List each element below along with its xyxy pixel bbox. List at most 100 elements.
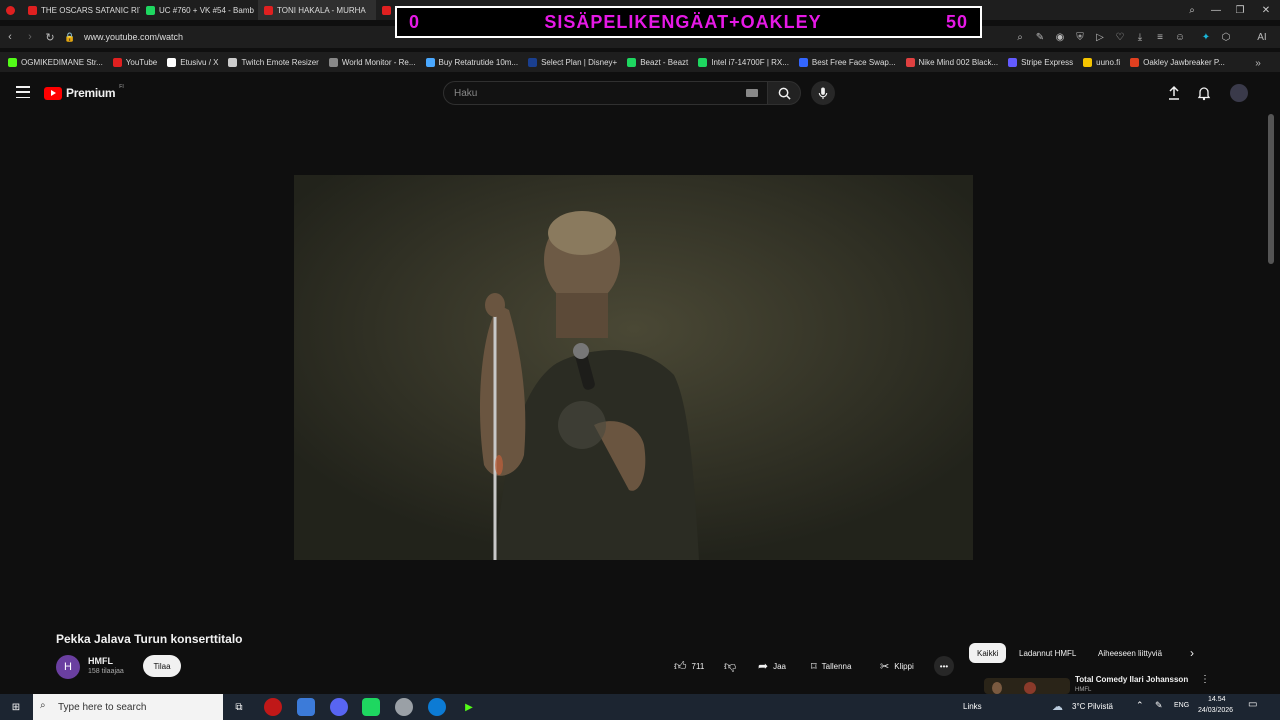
search-button[interactable] (767, 81, 801, 105)
bookmark-item[interactable]: Twitch Emote Resizer (228, 57, 319, 67)
banner-left-value: 0 (409, 11, 421, 32)
like-count: 711 (691, 661, 705, 671)
bookmark-favicon-icon (798, 57, 808, 67)
bookmark-item[interactable]: Intel i7-14700F | RX... (698, 57, 789, 67)
bookmark-item[interactable]: OGMIKEDIMANE Str... (8, 57, 103, 67)
links-toolbar[interactable]: Links (963, 702, 982, 711)
related-title[interactable]: Total Comedy Ilari Johansson (1075, 675, 1188, 684)
camera-icon[interactable]: ◉ (1052, 28, 1068, 46)
video-player[interactable] (294, 175, 973, 560)
search-input[interactable]: Haku (443, 81, 768, 105)
bookmark-item[interactable]: Select Plan | Disney+ (528, 57, 617, 67)
like-button[interactable]: 👍︎ 711 (674, 656, 704, 676)
scrollbar-thumb[interactable] (1268, 114, 1274, 264)
tray-chevron-icon[interactable]: ⌃ (1136, 700, 1144, 711)
close-window-button[interactable]: ✕ (1254, 0, 1278, 20)
windows-start-icon[interactable]: ⊞ (7, 698, 25, 716)
taskbar-search-input[interactable]: Type here to search (33, 694, 223, 720)
restore-button[interactable]: ❐ (1228, 0, 1252, 20)
language-indicator[interactable]: ENG (1174, 702, 1189, 709)
channel-name[interactable]: HMFL (88, 656, 113, 666)
clock-date[interactable]: 24/03/2026 (1198, 707, 1233, 714)
bookmark-favicon-icon (8, 57, 17, 67)
play-icon[interactable]: ▷ (1092, 28, 1108, 46)
cube-icon[interactable]: ⬡ (1218, 28, 1234, 46)
search-icon[interactable]: ⌕ (1012, 28, 1028, 46)
save-button[interactable]: ⌑ Tallenna (811, 656, 851, 676)
bookmark-item[interactable]: Best Free Face Swap... (798, 57, 896, 67)
bookmark-item[interactable]: Buy Retatrutide 10m... (425, 57, 518, 67)
app-taskbar-icon[interactable] (297, 698, 315, 716)
clock-time[interactable]: 14.54 (1208, 696, 1226, 703)
more-actions-button[interactable]: ••• (934, 656, 954, 676)
opera-taskbar-icon[interactable] (264, 698, 282, 716)
menu-icon[interactable]: ≡ (1152, 28, 1168, 46)
hamburger-menu-icon[interactable] (16, 86, 30, 98)
pen-icon[interactable]: ✎ (1155, 700, 1163, 711)
dislike-button[interactable]: 👎︎ (724, 656, 736, 676)
back-button[interactable]: ‹ (0, 31, 20, 43)
tab-title: UC #760 + VK #54 - Bamb (159, 5, 254, 15)
bookmark-item[interactable]: Beazt - Beazt (627, 57, 689, 67)
search-tabs-icon[interactable]: ⌕ (1180, 0, 1204, 20)
chip-all[interactable]: Kaikki (969, 643, 1007, 663)
bookmark-item[interactable]: World Monitor - Re... (328, 57, 416, 67)
bookmark-label: Beazt - Beazt (640, 57, 689, 67)
minimize-button[interactable]: — (1204, 0, 1228, 20)
share-button[interactable]: ➦ Jaa (758, 656, 786, 676)
tab-favicon-icon (382, 5, 391, 15)
reload-button[interactable]: ↻ (40, 31, 60, 44)
youtube-logo[interactable]: Premium FI (44, 84, 124, 100)
bookmark-item[interactable]: Nike Mind 002 Black... (905, 57, 999, 67)
account-avatar[interactable] (1230, 84, 1248, 102)
upload-icon[interactable] (1166, 85, 1182, 101)
tab-title: THE OSCARS SATANIC RIT (41, 5, 140, 15)
bookmark-label: Twitch Emote Resizer (241, 57, 319, 67)
profile-icon[interactable]: ☺ (1172, 28, 1188, 46)
subscribe-button[interactable]: Tilaa (143, 655, 181, 677)
chevron-right-icon[interactable]: › (1190, 646, 1194, 660)
weather-text[interactable]: 3°C Pilvistä (1072, 702, 1113, 711)
bookmark-label: Nike Mind 002 Black... (918, 57, 999, 67)
task-view-icon[interactable]: ⧉ (230, 698, 248, 716)
forward-button[interactable]: › (20, 31, 40, 43)
voice-search-button[interactable] (811, 81, 835, 105)
discord-icon[interactable] (330, 698, 348, 716)
ai-button[interactable]: AI (1248, 28, 1276, 46)
bookmark-favicon-icon (627, 57, 637, 67)
related-more-icon[interactable]: ⋮ (1200, 674, 1210, 685)
bookmark-item[interactable]: Oakley Jawbreaker P... (1130, 57, 1225, 67)
related-thumbnail[interactable] (984, 678, 1070, 694)
chip-uploaded-by[interactable]: Ladannut HMFL (1011, 643, 1084, 663)
heart-icon[interactable]: ♡ (1112, 28, 1128, 46)
chip-related[interactable]: Aiheeseen liittyviä (1090, 643, 1170, 663)
edge-icon[interactable] (428, 698, 446, 716)
shield-icon[interactable]: ⛨ (1072, 28, 1088, 46)
channel-avatar[interactable]: H (56, 655, 80, 679)
extension-icon[interactable]: ✦ (1198, 28, 1214, 46)
bookmark-label: Stripe Express (1021, 57, 1074, 67)
edit-icon[interactable]: ✎ (1032, 28, 1048, 46)
shield-app-icon[interactable] (395, 698, 413, 716)
more-bookmarks-icon[interactable]: » (1250, 54, 1266, 72)
bookmark-favicon-icon (1130, 57, 1140, 67)
taskbar-search-icon: ⌕ (40, 700, 46, 711)
bookmark-item[interactable]: YouTube (112, 57, 157, 67)
bookmark-item[interactable]: uuno.fi (1083, 57, 1120, 67)
bookmark-item[interactable]: Stripe Express (1008, 57, 1074, 67)
clip-button[interactable]: ✂ Klippi (880, 656, 914, 676)
download-icon[interactable]: ⤓ (1132, 28, 1148, 46)
bookmark-label: Intel i7-14700F | RX... (711, 57, 789, 67)
browser-tab[interactable]: TONI HAKALA - MURHA (258, 0, 376, 20)
green-app-icon[interactable] (362, 698, 380, 716)
url-field[interactable]: www.youtube.com/watch (84, 32, 183, 42)
youtube-play-icon (44, 86, 62, 100)
bookmark-item[interactable]: Etusivu / X (167, 57, 218, 67)
browser-tab[interactable]: UC #760 + VK #54 - Bamb (140, 0, 258, 20)
keyboard-icon[interactable] (746, 89, 758, 97)
kick-app-icon[interactable]: ▶ (460, 698, 478, 716)
browser-tab[interactable]: THE OSCARS SATANIC RIT (22, 0, 140, 20)
notifications-bell-icon[interactable] (1196, 85, 1212, 101)
notification-center-icon[interactable]: ▭ (1248, 699, 1257, 710)
opera-menu[interactable] (0, 0, 22, 20)
